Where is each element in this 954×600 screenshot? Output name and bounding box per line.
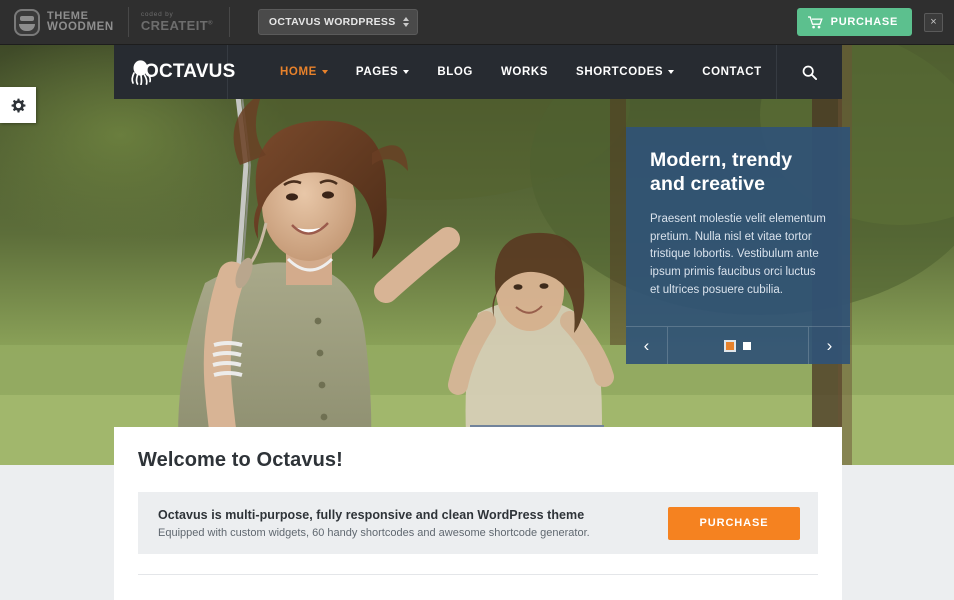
promo-heading: Octavus is multi-purpose, fully responsi… bbox=[158, 507, 585, 522]
themewoodmen-logo[interactable]: THEME WOODMEN bbox=[14, 7, 129, 37]
promo-subheading: Equipped with custom widgets, 60 handy s… bbox=[158, 526, 590, 539]
nav-item-shortcodes[interactable]: SHORTCODES bbox=[562, 45, 688, 99]
content-panel: Welcome to Octavus! Octavus is multi-pur… bbox=[114, 427, 842, 600]
nav-item-contact[interactable]: CONTACT bbox=[688, 45, 776, 99]
nav-item-pages-label: PAGES bbox=[355, 66, 399, 78]
chevron-down-icon bbox=[668, 70, 675, 74]
site-logo-text: OCTAVUS bbox=[144, 61, 236, 82]
woodman-face-icon bbox=[14, 8, 40, 36]
content-inner: Welcome to Octavus! Octavus is multi-pur… bbox=[114, 427, 842, 600]
nav-item-shortcodes-label: SHORTCODES bbox=[576, 66, 664, 78]
nav-item-blog-label: BLOG bbox=[437, 66, 473, 78]
settings-gear-tab[interactable] bbox=[0, 87, 36, 123]
preview-page: THEME WOODMEN coded by CREATEIT® OCTAVUS… bbox=[0, 0, 954, 600]
theme-select-value: OCTAVUS WORDPRESS bbox=[268, 16, 396, 28]
site-navbar: OCTAVUS HOME PAGES BLOG WORKS SHORTCODES… bbox=[114, 45, 842, 99]
coded-by-label: coded by bbox=[140, 11, 174, 18]
nav-item-blog[interactable]: BLOG bbox=[423, 45, 487, 99]
chevron-down-icon bbox=[321, 70, 328, 74]
close-icon[interactable]: × bbox=[924, 12, 943, 32]
slider-dot-1[interactable] bbox=[723, 339, 736, 352]
slider-heading: Modern, trendy and creative bbox=[650, 149, 793, 195]
slider-dot-2[interactable] bbox=[742, 341, 751, 350]
createit-credit[interactable]: coded by CREATEIT® bbox=[141, 7, 230, 37]
createit-wordmark: CREATEIT® bbox=[140, 18, 213, 33]
preview-topbar: THEME WOODMEN coded by CREATEIT® OCTAVUS… bbox=[0, 0, 954, 45]
promo-text: Octavus is multi-purpose, fully responsi… bbox=[158, 508, 668, 539]
nav-item-home-label: HOME bbox=[280, 66, 317, 78]
nav-item-works[interactable]: WORKS bbox=[487, 45, 562, 99]
featured-works-header: FEATURED WORKS VIEW ALL › bbox=[138, 574, 818, 600]
gear-icon bbox=[11, 98, 25, 112]
slider-prev-button[interactable]: ‹ bbox=[626, 327, 668, 365]
purchase-button-top-label: PURCHASE bbox=[830, 16, 898, 28]
slider-caption-panel: Modern, trendy and creative Praesent mol… bbox=[626, 127, 850, 365]
chevron-updown-icon bbox=[402, 17, 409, 27]
nav-item-pages[interactable]: PAGES bbox=[342, 45, 423, 99]
nav-item-home[interactable]: HOME bbox=[266, 45, 342, 99]
search-toggle[interactable] bbox=[775, 45, 842, 99]
brand-line-2: WOODMEN bbox=[47, 20, 114, 33]
main-menu: HOME PAGES BLOG WORKS SHORTCODES CONTACT bbox=[266, 45, 776, 99]
site-preview: OCTAVUS HOME PAGES BLOG WORKS SHORTCODES… bbox=[0, 45, 954, 600]
chevron-down-icon bbox=[403, 70, 410, 74]
nav-item-contact-label: CONTACT bbox=[702, 66, 762, 78]
search-icon bbox=[802, 65, 817, 80]
slider-description: Praesent molestie velit elementum pretiu… bbox=[650, 212, 826, 297]
site-logo[interactable]: OCTAVUS bbox=[114, 45, 235, 99]
theme-select[interactable]: OCTAVUS WORDPRESS bbox=[257, 9, 418, 35]
cart-icon bbox=[807, 15, 823, 29]
slider-controls: ‹ › bbox=[626, 326, 850, 365]
purchase-button-top[interactable]: PURCHASE bbox=[796, 8, 912, 36]
slider-caption-body: Modern, trendy and creative Praesent mol… bbox=[626, 127, 850, 326]
promo-callout: Octavus is multi-purpose, fully responsi… bbox=[138, 492, 818, 554]
slider-next-button[interactable]: › bbox=[808, 327, 850, 365]
page-title: Welcome to Octavus! bbox=[138, 449, 343, 471]
topbar-actions: PURCHASE × bbox=[796, 8, 943, 36]
themewoodmen-wordmark: THEME WOODMEN bbox=[47, 10, 114, 34]
nav-item-works-label: WORKS bbox=[500, 66, 549, 78]
purchase-button[interactable]: PURCHASE bbox=[668, 506, 800, 540]
slider-pagination bbox=[668, 327, 808, 364]
